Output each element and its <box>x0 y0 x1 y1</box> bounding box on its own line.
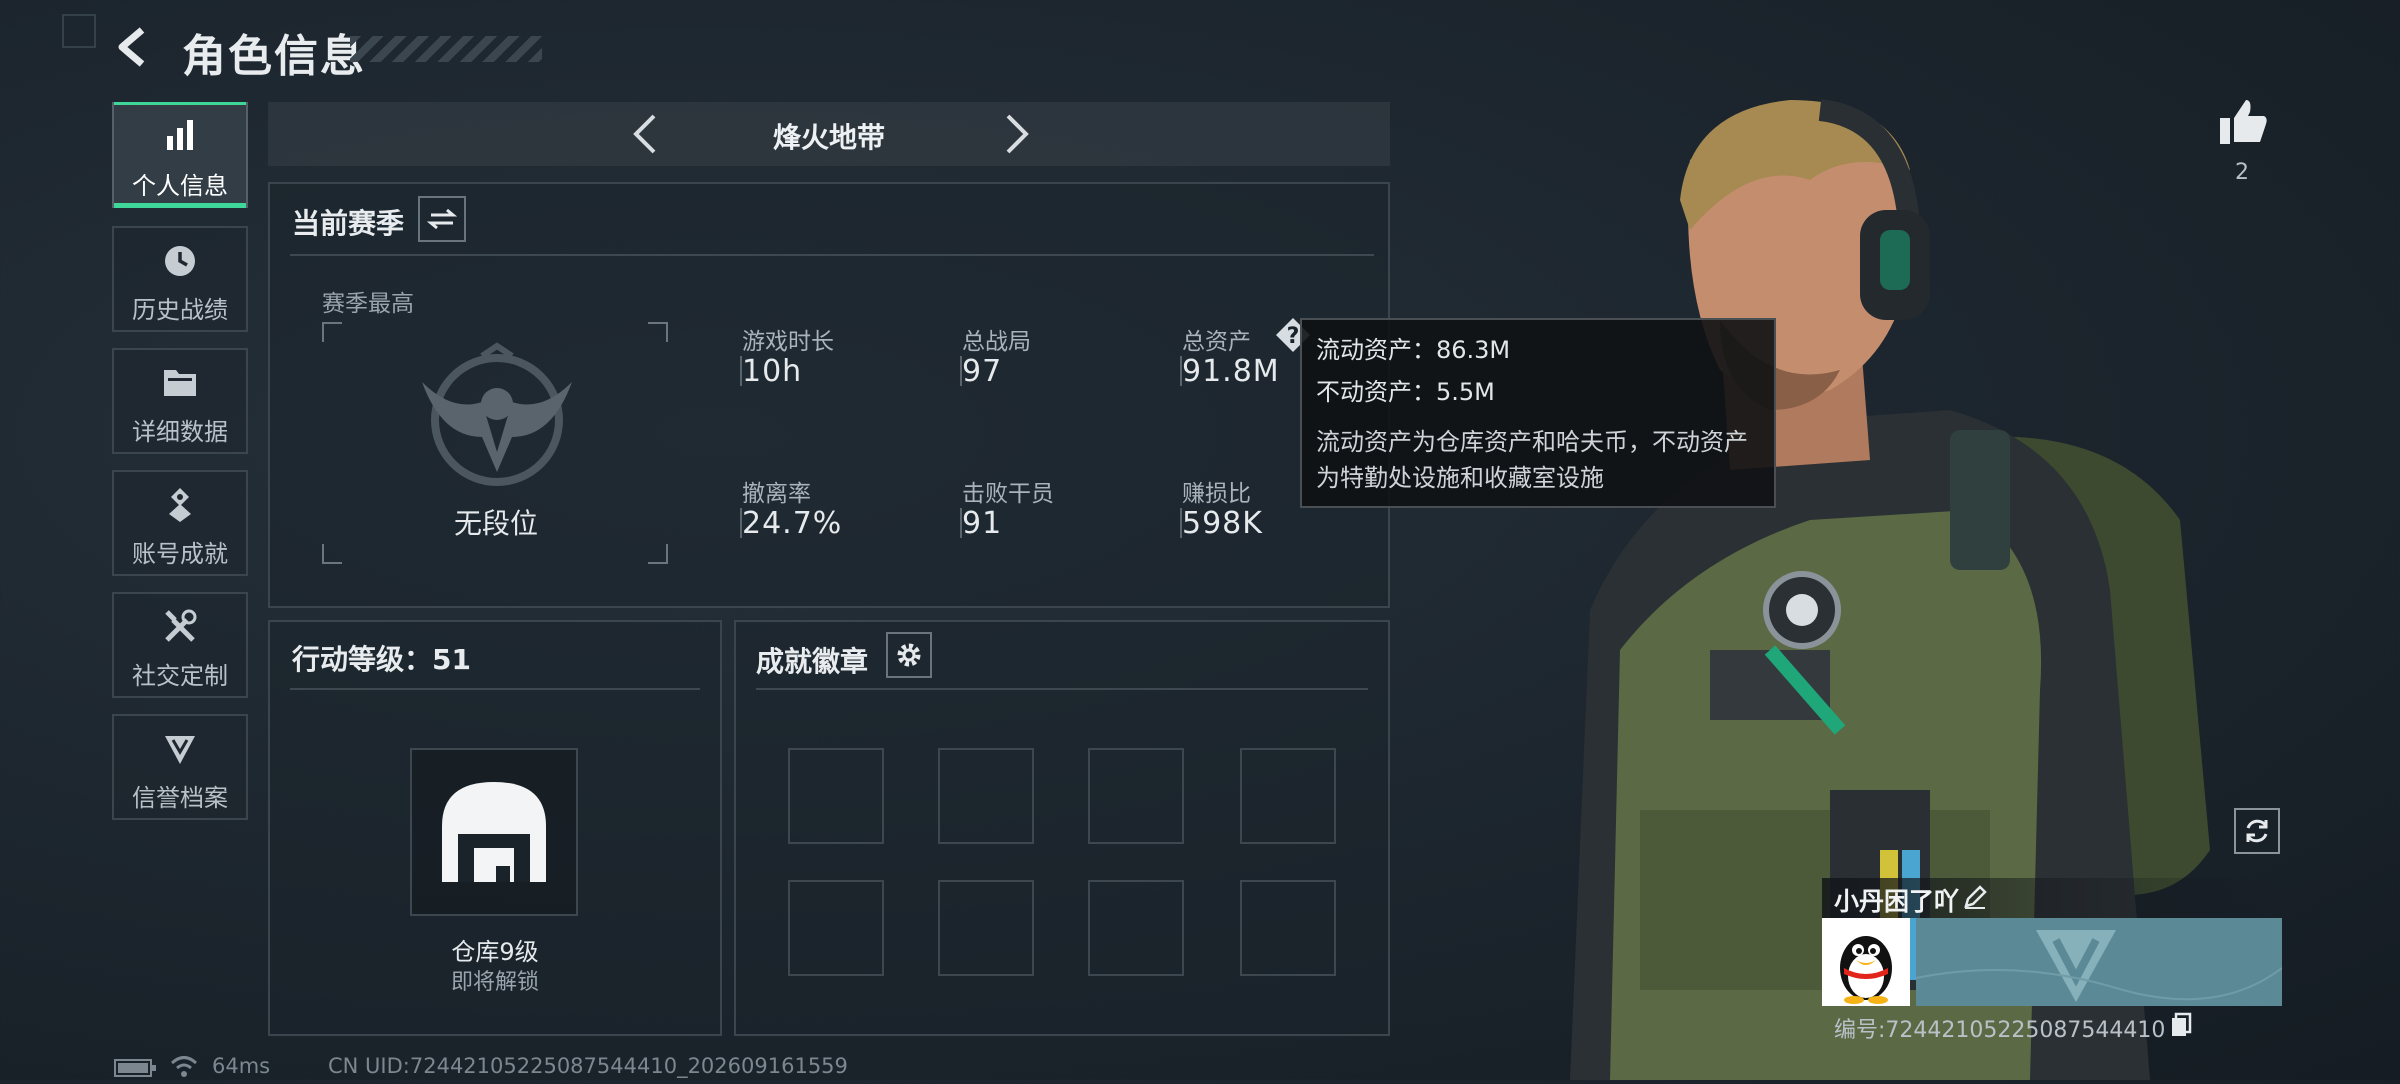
unlock-status: 即将解锁 <box>450 970 539 995</box>
shield-badge-icon <box>114 730 246 770</box>
rotate-model-button[interactable] <box>2234 808 2280 854</box>
stat-label: 总战局 <box>962 329 1031 355</box>
folder-icon <box>114 364 246 404</box>
liquid-assets: 流动资产：86.3M <box>1316 336 1511 364</box>
clock-icon <box>114 242 246 282</box>
qq-avatar[interactable] <box>1822 918 1910 1006</box>
stat-value: 91.8M <box>1182 354 1280 389</box>
next-mode-chevron-icon[interactable] <box>996 112 1036 160</box>
back-arrow-icon[interactable] <box>112 24 158 70</box>
page-title: 角色信息 <box>182 31 366 82</box>
badge-settings-button[interactable] <box>886 632 932 678</box>
tools-icon <box>114 608 246 648</box>
refresh-icon <box>2246 819 2268 843</box>
assets-tooltip: 流动资产：86.3M 不动资产：5.5M 流动资产为仓库资产和哈夫币，不动资产 … <box>1300 318 1776 508</box>
stat-label: 总资产 <box>1182 329 1251 355</box>
wifi-icon <box>170 1054 198 1082</box>
warehouse-icon <box>442 782 546 882</box>
medal-icon <box>114 486 246 526</box>
mode-label: 烽火地带 <box>772 121 885 154</box>
season-title: 当前赛季 <box>292 207 405 240</box>
player-id: 编号:724421052250875444​10 <box>1834 1018 2166 1043</box>
sidebar-item-social[interactable]: 社交定制 <box>112 592 248 698</box>
ping-value: 64ms <box>212 1054 271 1078</box>
thumbs-up-icon[interactable] <box>2218 98 2268 150</box>
sidebar-item-personal-info[interactable]: 个人信息 <box>112 102 248 208</box>
stat-label: 撤离率 <box>742 481 811 507</box>
stat-value: 97 <box>962 354 1003 389</box>
mode-selector: 烽火地带 <box>268 102 1390 166</box>
qq-penguin-icon <box>1840 936 1892 1004</box>
sidebar-item-label: 信誉档案 <box>132 784 228 812</box>
edit-pencil-icon[interactable] <box>1962 884 1988 914</box>
badge-slot[interactable] <box>938 748 1034 844</box>
sidebar-item-label: 账号成就 <box>132 540 228 568</box>
season-panel: 当前赛季 赛季最高 无段位 游戏时长 10h 总战局 97 总资产 ? 91.8… <box>268 182 1390 608</box>
stat-value: 10h <box>742 354 803 389</box>
stat-value: 24.7% <box>742 506 843 541</box>
action-level-panel: 行动等级：51 仓库9级 即将解锁 <box>268 620 722 1036</box>
tooltip-desc-line1: 流动资产为仓库资产和哈夫币，不动资产 <box>1316 428 1748 456</box>
like-count: 2 <box>2235 160 2249 185</box>
rank-name: 无段位 <box>454 507 539 540</box>
nickname-row: 小丹困了吖 <box>1822 878 2282 918</box>
sidebar-item-label: 历史战绩 <box>132 296 228 324</box>
tooltip-desc-line2: 为特勤处设施和收藏室设施 <box>1316 464 1604 492</box>
copy-icon[interactable] <box>2170 1012 2194 1042</box>
sidebar-item-achievements[interactable]: 账号成就 <box>112 470 248 576</box>
svg-text:?: ? <box>1287 324 1300 349</box>
sidebar-item-detail-data[interactable]: 详细数据 <box>112 348 248 454</box>
stat-value: 598K <box>1182 506 1263 541</box>
sidebar-item-label: 个人信息 <box>132 172 228 200</box>
swap-icon <box>427 208 457 230</box>
corner-decoration <box>62 14 96 48</box>
sidebar-item-reputation[interactable]: 信誉档案 <box>112 714 248 820</box>
unlock-item-name: 仓库9级 <box>451 938 539 966</box>
sidebar-item-history[interactable]: 历史战绩 <box>112 226 248 332</box>
badge-slot[interactable] <box>1240 748 1336 844</box>
badge-slot[interactable] <box>788 880 884 976</box>
switch-season-button[interactable] <box>418 196 466 242</box>
badge-slot[interactable] <box>1240 880 1336 976</box>
achievements-panel: 成就徽章 <box>734 620 1390 1036</box>
warehouse-unlock-card[interactable] <box>410 748 578 916</box>
badge-slot[interactable] <box>1088 748 1184 844</box>
nickname: 小丹困了吖 <box>1834 887 1960 916</box>
uid-text: CN UID:7244210522508754​4410_20260916155… <box>328 1054 848 1078</box>
stat-label: 赚损比 <box>1182 481 1251 507</box>
action-level-title: 行动等级：51 <box>292 643 471 676</box>
badge-slot[interactable] <box>938 880 1034 976</box>
achievements-title: 成就徽章 <box>756 645 869 678</box>
title-decoration <box>350 36 542 62</box>
stat-label: 击败干员 <box>962 481 1054 507</box>
bar-chart-icon <box>114 118 246 158</box>
season-best-label: 赛季最高 <box>322 291 414 317</box>
banner-emblem-icon <box>1916 930 2282 1002</box>
profile-banner[interactable] <box>1916 918 2282 1006</box>
badge-slot[interactable] <box>1088 880 1184 976</box>
rank-emblem-icon <box>412 342 582 496</box>
badge-slot[interactable] <box>788 748 884 844</box>
gear-icon <box>897 643 921 667</box>
fixed-assets: 不动资产：5.5M <box>1316 378 1495 406</box>
stat-label: 游戏时长 <box>742 329 834 355</box>
battery-icon <box>114 1058 158 1082</box>
sidebar-item-label: 社交定制 <box>132 662 228 690</box>
stat-value: 91 <box>962 506 1003 541</box>
sidebar-item-label: 详细数据 <box>132 418 228 446</box>
